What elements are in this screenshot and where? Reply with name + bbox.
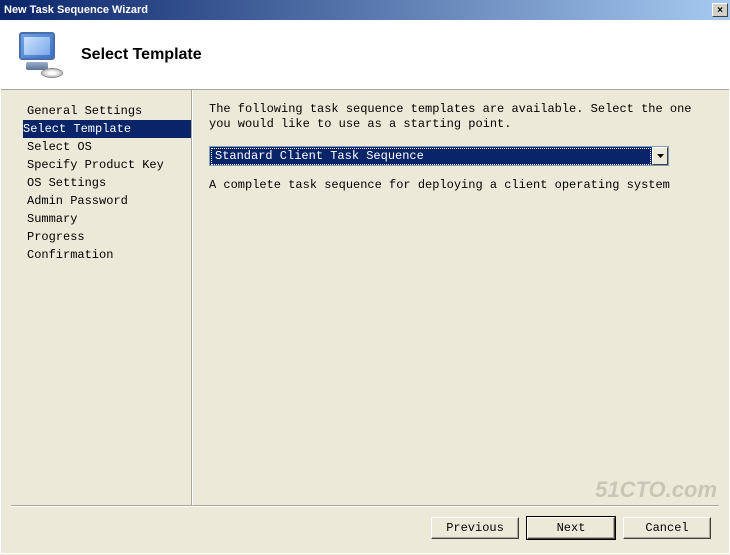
sidebar-item-select-template[interactable]: Select Template — [23, 120, 191, 138]
template-description: A complete task sequence for deploying a… — [209, 178, 711, 193]
titlebar: New Task Sequence Wizard × — [0, 0, 730, 20]
instruction-text: The following task sequence templates ar… — [209, 102, 711, 132]
window-title: New Task Sequence Wizard — [4, 4, 148, 16]
page-title: Select Template — [81, 46, 202, 64]
horizontal-separator — [11, 505, 719, 507]
dropdown-value: Standard Client Task Sequence — [211, 148, 651, 165]
previous-button[interactable]: Previous — [431, 517, 519, 539]
sidebar: General Settings Select Template Select … — [1, 90, 191, 506]
dialog-body: Select Template General Settings Select … — [0, 20, 730, 554]
sidebar-item-os-settings[interactable]: OS Settings — [23, 174, 191, 192]
sidebar-item-admin-password[interactable]: Admin Password — [23, 192, 191, 210]
sidebar-item-select-os[interactable]: Select OS — [23, 138, 191, 156]
cancel-button[interactable]: Cancel — [623, 517, 711, 539]
computer-icon — [19, 32, 61, 78]
sidebar-item-confirmation[interactable]: Confirmation — [23, 246, 191, 264]
template-dropdown[interactable]: Standard Client Task Sequence — [209, 146, 669, 166]
button-bar: Previous Next Cancel — [431, 517, 711, 539]
sidebar-item-summary[interactable]: Summary — [23, 210, 191, 228]
sidebar-item-specify-product-key[interactable]: Specify Product Key — [23, 156, 191, 174]
main-panel: The following task sequence templates ar… — [193, 90, 729, 506]
close-icon: × — [717, 5, 723, 16]
next-button[interactable]: Next — [527, 517, 615, 539]
sidebar-item-general-settings[interactable]: General Settings — [23, 102, 191, 120]
sidebar-item-progress[interactable]: Progress — [23, 228, 191, 246]
close-button[interactable]: × — [712, 3, 728, 17]
chevron-down-icon — [652, 147, 668, 165]
header-panel: Select Template — [1, 20, 729, 90]
content-area: General Settings Select Template Select … — [1, 90, 729, 506]
